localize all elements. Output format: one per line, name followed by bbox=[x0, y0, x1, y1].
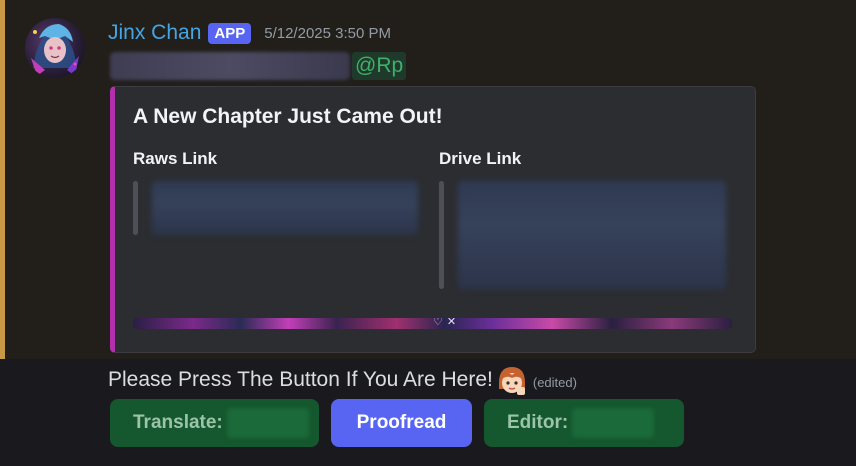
translate-button-label: Translate: bbox=[133, 412, 223, 433]
highlight-bar bbox=[0, 0, 5, 359]
embed-field-name: Raws Link bbox=[133, 149, 218, 168]
proofread-button-label: Proofread bbox=[356, 412, 447, 433]
redacted-role-mention bbox=[110, 51, 350, 80]
author-name[interactable]: Jinx Chan bbox=[108, 21, 201, 45]
message-text: Please Press The Button If You Are Here! bbox=[108, 368, 493, 391]
avatar-image-icon bbox=[31, 24, 79, 76]
role-mention[interactable]: @Rp bbox=[352, 51, 407, 80]
embed-field-drive: Drive Link bbox=[439, 149, 726, 289]
embed-title: A New Chapter Just Came Out! bbox=[133, 105, 443, 128]
embed-field-raws: Raws Link bbox=[133, 149, 418, 235]
embed-card: A New Chapter Just Came Out! Raws Link D… bbox=[110, 86, 756, 353]
message-header: Jinx Chan APP 5/12/2025 3:50 PM bbox=[108, 18, 391, 48]
embed-image[interactable]: ♡✕ bbox=[133, 318, 732, 329]
proofread-button[interactable]: Proofread bbox=[331, 399, 472, 447]
editor-button[interactable]: Editor: bbox=[484, 399, 684, 447]
redacted-editor-name bbox=[572, 408, 655, 438]
redacted-drive-link[interactable] bbox=[458, 181, 726, 289]
embed-image-art-icon: ♡✕ bbox=[433, 318, 461, 328]
translate-button[interactable]: Translate: bbox=[110, 399, 319, 447]
mention-line: @Rp bbox=[110, 51, 407, 80]
anime-girl-emoji-icon[interactable] bbox=[495, 363, 529, 397]
quote-bar bbox=[133, 181, 138, 235]
quote-bar bbox=[439, 181, 444, 289]
message-timestamp[interactable]: 5/12/2025 3:50 PM bbox=[264, 25, 391, 42]
editor-button-label: Editor: bbox=[507, 412, 569, 433]
embed-field-name: Drive Link bbox=[439, 149, 522, 168]
avatar[interactable] bbox=[25, 18, 85, 78]
edited-label: (edited) bbox=[532, 374, 577, 390]
message-content: Please Press The Button If You Are Here!… bbox=[108, 365, 577, 395]
action-row: Translate: Proofread Editor: bbox=[110, 399, 684, 447]
redacted-translator-name bbox=[226, 408, 309, 438]
redacted-raws-link[interactable] bbox=[152, 181, 418, 235]
app-badge: APP bbox=[208, 22, 252, 44]
